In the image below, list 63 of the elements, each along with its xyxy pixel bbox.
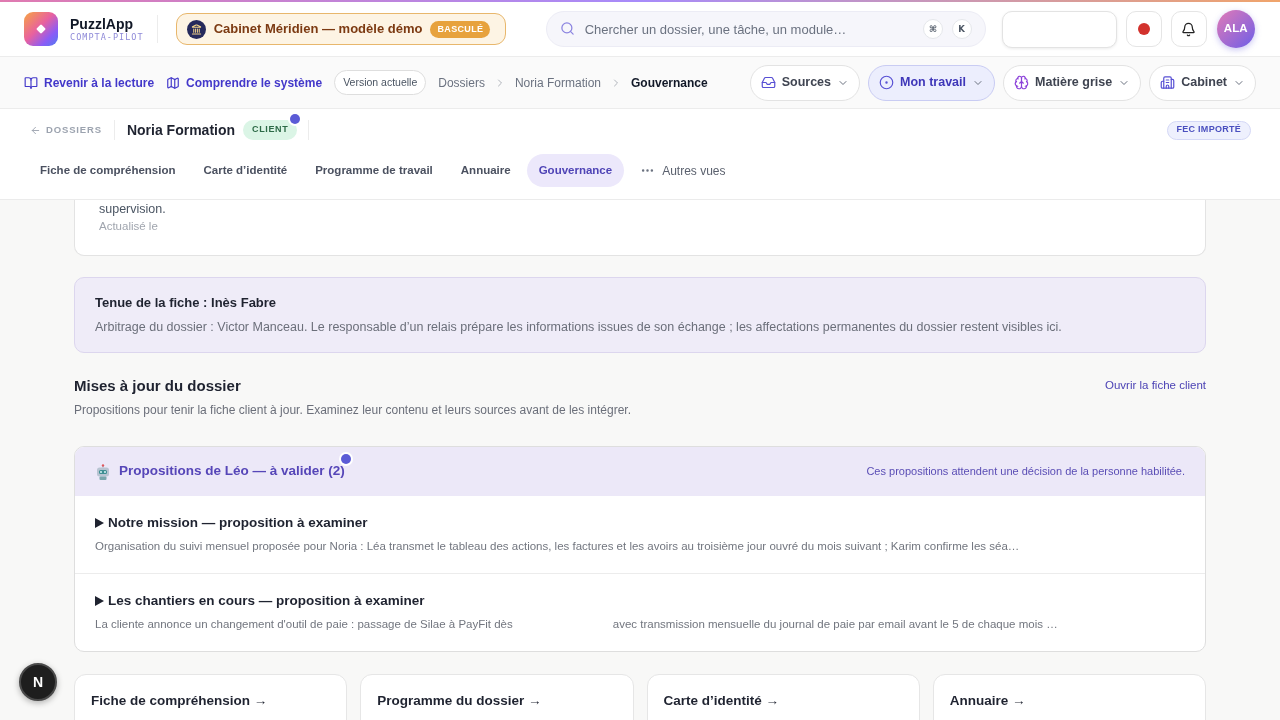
- bank-icon: [186, 19, 206, 39]
- search-icon: [559, 21, 575, 36]
- section-title: Mises à jour du dossier: [74, 376, 241, 396]
- dev-indicator-button[interactable]: N: [19, 663, 57, 701]
- tab[interactable]: Annuaire: [448, 154, 523, 187]
- proposals-note: Ces propositions attendent une décision de la personne habilitée.: [866, 464, 1185, 480]
- nav-link[interactable]: Comprendre le système: [166, 73, 323, 92]
- breadcrumb-item[interactable]: Noria Formation: [514, 73, 601, 92]
- more-views-button[interactable]: Autres vues: [628, 154, 738, 187]
- fec-imported-badge: FEC IMPORTÉ: [1166, 120, 1251, 140]
- app-name: PuzzlApp: [70, 15, 134, 32]
- inbox-icon: [760, 75, 776, 90]
- shortcut-card[interactable]: Annuaire →: [932, 674, 1206, 720]
- proposal-summary: avec transmission mensuelle du journal de paie par email avant le 5 de chaque mois …: [612, 617, 1058, 632]
- ownership-text: Arbitrage du dossier : Victor Manceau. Le responsable d’un relais prépare les informations issues de son échange ; les affectations permanentes du dossier restent visibles ici.: [95, 319, 1063, 336]
- menu-button[interactable]: Cabinet: [1149, 64, 1256, 101]
- record-button[interactable]: [1125, 11, 1162, 47]
- app-logo: [24, 12, 58, 46]
- section-subtitle: Propositions pour tenir la fiche client à jour. Examinez leur contenu et leurs sources avant de les intégrer.: [74, 402, 632, 418]
- open-client-link[interactable]: Ouvrir la fiche client: [1105, 377, 1206, 395]
- folder-name: Noria Formation: [126, 120, 236, 140]
- arrow-left-icon: [30, 124, 41, 136]
- tab[interactable]: Fiche de compréhension: [28, 154, 188, 187]
- notifications-button[interactable]: [1170, 11, 1207, 47]
- shortcut-title: Programme du dossier →: [377, 692, 543, 710]
- shortcut-card[interactable]: Programme du dossier →: [360, 674, 634, 720]
- client-badge: CLIENT: [243, 120, 298, 140]
- shortcut-card[interactable]: Carte d’identité →: [646, 674, 920, 720]
- shortcut-card[interactable]: Fiche de compréhension →: [74, 674, 348, 720]
- shortcut-title: Fiche de compréhension →: [91, 692, 269, 710]
- disclosure-triangle-icon[interactable]: [95, 596, 104, 606]
- building-icon: [1160, 75, 1176, 90]
- breadcrumb-item[interactable]: Dossiers: [438, 73, 485, 92]
- proposal-title[interactable]: Notre mission — proposition à examiner: [108, 514, 368, 532]
- proposal-summary: La cliente annonce un changement d'outil de paie : passage de Silae à PayFit dès: [95, 617, 513, 632]
- tab[interactable]: Programme de travail: [303, 154, 445, 187]
- brain-icon: [1014, 75, 1030, 90]
- book-icon: [24, 75, 38, 90]
- menu-button[interactable]: Sources: [749, 64, 861, 101]
- updated-label: Actualisé le: [99, 219, 159, 234]
- version-pill[interactable]: Version actuelle: [334, 70, 427, 95]
- circle-dot-icon: [879, 75, 895, 90]
- tab[interactable]: Carte d’identité: [191, 154, 300, 187]
- robot-icon: [95, 463, 111, 480]
- tab[interactable]: Gouvernance: [526, 154, 625, 187]
- shortcut-title: Carte d’identité →: [663, 692, 780, 710]
- ownership-title: Tenue de la fiche : Inès Fabre: [95, 294, 278, 312]
- proposals-title: Propositions de Léo — à valider (2): [119, 462, 345, 481]
- menu-button[interactable]: Matière grise: [1003, 64, 1142, 101]
- map-icon: [166, 75, 181, 90]
- workspace-selector[interactable]: Cabinet Méridien — modèle démo BASCULÉ: [175, 13, 506, 45]
- disclosure-triangle-icon[interactable]: [95, 518, 104, 528]
- shortcut-title: Annuaire →: [949, 692, 1027, 710]
- card-text: supervision.: [99, 201, 167, 217]
- proposal-summary: Organisation du suivi mensuel proposée pour Noria : Léa transmet le tableau des actions, les factures et les avoirs au troisième jour ouvré du mois suivant ; Karim confirme les séa…: [95, 539, 1020, 554]
- bell-icon: [1181, 21, 1197, 37]
- breadcrumb-item: Gouvernance: [631, 74, 708, 92]
- status-badge: BASCULÉ: [430, 20, 491, 38]
- nav-link[interactable]: Revenir à la lecture: [24, 73, 155, 92]
- user-avatar[interactable]: ALA: [1216, 10, 1255, 48]
- proposal-title[interactable]: Les chantiers en cours — proposition à examiner: [108, 592, 425, 610]
- app-subtitle: COMPTA-PILOT: [70, 31, 144, 43]
- menu-button[interactable]: Mon travail: [868, 64, 996, 101]
